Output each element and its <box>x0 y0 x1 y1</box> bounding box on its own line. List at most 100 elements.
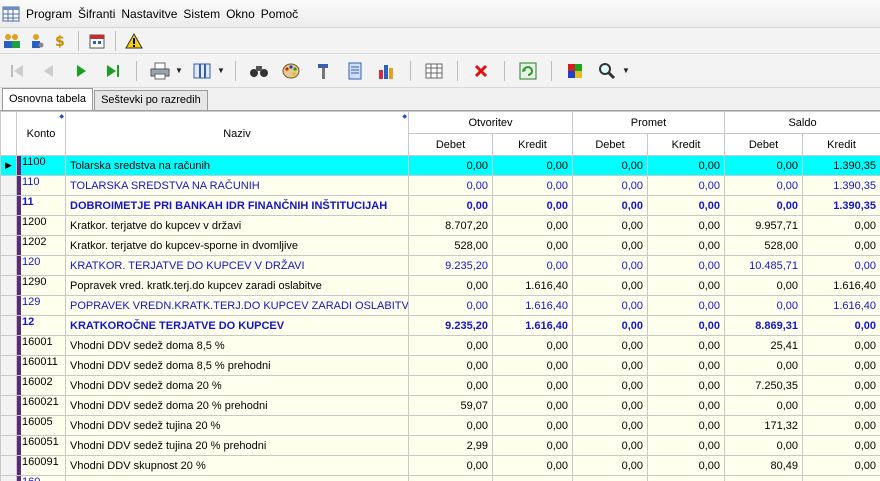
cell-saldo-kredit[interactable]: 0,00 <box>802 335 880 356</box>
cell-saldo-debet[interactable]: 0,00 <box>724 175 804 196</box>
cell-saldo-debet[interactable]: 8.869,31 <box>724 315 804 336</box>
cell-otvoritev-kredit[interactable]: 0,00 <box>491 475 574 481</box>
header-saldo-debet[interactable]: Debet <box>724 133 804 156</box>
cell-promet-kredit[interactable]: 0,00 <box>647 295 726 316</box>
cell-saldo-kredit[interactable]: 0,00 <box>802 235 880 256</box>
cell-otvoritev-debet[interactable]: 8.707,20 <box>408 215 493 236</box>
row-indicator[interactable] <box>0 375 17 396</box>
cell-konto[interactable]: 129 <box>16 295 66 316</box>
row-indicator[interactable] <box>0 455 17 476</box>
table-row[interactable]: 129 POPRAVEK VREDN.KRATK.TERJ.DO KUPCEV Z… <box>0 295 880 316</box>
menu-okno[interactable]: Okno <box>223 6 258 22</box>
cell-otvoritev-kredit[interactable]: 0,00 <box>491 255 574 276</box>
row-indicator[interactable] <box>0 415 17 436</box>
cell-konto[interactable]: 160 <box>16 475 66 481</box>
cell-otvoritev-kredit[interactable]: 0,00 <box>491 335 574 356</box>
menu-sifranti[interactable]: Šifranti <box>75 6 118 22</box>
cell-promet-kredit[interactable]: 0,00 <box>647 215 726 236</box>
cell-konto[interactable]: 1100 <box>16 155 66 176</box>
cell-saldo-debet[interactable]: 0,00 <box>724 355 804 376</box>
cell-naziv[interactable]: Vhodni DDV sedež tujina 20 % prehodni <box>65 435 409 456</box>
cell-promet-debet[interactable]: 0,00 <box>572 435 649 456</box>
row-indicator[interactable] <box>0 335 17 356</box>
zoom-dropdown-icon[interactable]: ▼ <box>622 66 630 75</box>
table-row[interactable]: ▶ 1100 Tolarska sredstva na računih 0,00 0,0… <box>0 155 880 176</box>
zoom-icon[interactable] <box>594 58 620 84</box>
cell-otvoritev-debet[interactable]: 0,00 <box>408 415 493 436</box>
row-indicator[interactable] <box>0 475 17 481</box>
cell-saldo-debet[interactable]: 0,00 <box>724 295 804 316</box>
cell-naziv[interactable]: Vhodni DDV skupnost 20 % <box>65 455 409 476</box>
currency-icon[interactable]: $ <box>50 31 70 51</box>
cell-konto[interactable]: 110 <box>16 175 66 196</box>
header-otvoritev-kredit[interactable]: Kredit <box>491 133 574 156</box>
tab-sestevki-po-razredih[interactable]: Seštevki po razredih <box>94 90 208 110</box>
cell-promet-kredit[interactable]: 0,00 <box>647 455 726 476</box>
cell-otvoritev-debet[interactable]: 0,00 <box>408 375 493 396</box>
table-row[interactable]: 160051 Vhodni DDV sedež tujina 20 % preho… <box>0 435 880 456</box>
cell-naziv[interactable]: Tolarska sredstva na računih <box>65 155 409 176</box>
cell-otvoritev-kredit[interactable]: 0,00 <box>491 355 574 376</box>
cell-promet-debet[interactable]: 0,00 <box>572 355 649 376</box>
table-row[interactable]: 16001 Vhodni DDV sedež doma 8,5 % 0,00 0,00… <box>0 335 880 356</box>
cell-saldo-kredit[interactable]: 1.616,40 <box>802 275 880 296</box>
table-row[interactable]: 110 TOLARSKA SREDSTVA NA RAČUNIH 0,00 0,00 0… <box>0 175 880 196</box>
row-indicator[interactable]: ▶ <box>0 155 17 176</box>
row-indicator[interactable] <box>0 275 17 296</box>
cell-promet-debet[interactable]: 0,00 <box>572 415 649 436</box>
row-indicator[interactable] <box>0 255 17 276</box>
table-row[interactable]: 1290 Popravek vred. kratk.terj.do kupcev … <box>0 275 880 296</box>
row-indicator[interactable] <box>0 195 17 216</box>
tools-icon[interactable] <box>310 58 336 84</box>
calendar-icon[interactable] <box>87 31 107 51</box>
cell-saldo-kredit[interactable]: 0,00 <box>802 455 880 476</box>
cell-promet-debet[interactable]: 0,00 <box>572 395 649 416</box>
cell-naziv[interactable]: KRATKOROČNE TERJATVE DO KUPCEV <box>65 315 409 336</box>
columns-icon[interactable] <box>189 58 215 84</box>
cell-saldo-kredit[interactable]: 0,00 <box>802 475 880 481</box>
cell-otvoritev-debet[interactable]: 0,00 <box>408 355 493 376</box>
cell-saldo-kredit[interactable]: 0,00 <box>802 255 880 276</box>
people-icon[interactable] <box>2 31 22 51</box>
table-row[interactable]: 160011 Vhodni DDV sedež doma 8,5 % prehod… <box>0 355 880 376</box>
cell-promet-debet[interactable]: 0,00 <box>572 295 649 316</box>
cell-saldo-debet[interactable]: 0,00 <box>724 195 804 216</box>
cell-promet-debet[interactable]: 0,00 <box>572 195 649 216</box>
cell-promet-kredit[interactable]: 0,00 <box>647 235 726 256</box>
cell-saldo-debet[interactable]: 25,41 <box>724 335 804 356</box>
cell-otvoritev-debet[interactable]: 9.235,20 <box>408 255 493 276</box>
cell-promet-debet[interactable]: 0,00 <box>572 335 649 356</box>
document-icon[interactable] <box>342 58 368 84</box>
cell-naziv[interactable]: DOBROIMETJE PRI BANKAH IDR FINANČNIH INŠ… <box>65 195 409 216</box>
cell-saldo-kredit[interactable]: 1.390,35 <box>802 195 880 216</box>
table-row[interactable]: 160091 Vhodni DDV skupnost 20 % 0,00 0,00 0,… <box>0 455 880 476</box>
cell-saldo-debet[interactable]: 80,49 <box>724 455 804 476</box>
cell-otvoritev-debet[interactable]: 62,06 <box>408 475 493 481</box>
table-row[interactable]: 12 KRATKOROČNE TERJATVE DO KUPCEV 9.235,20… <box>0 315 880 336</box>
cell-naziv[interactable]: Kratkor. terjatve do kupcev-sporne in dv… <box>65 235 409 256</box>
cell-naziv[interactable]: Popravek vred. kratk.terj.do kupcev zara… <box>65 275 409 296</box>
cell-promet-debet[interactable]: 0,00 <box>572 235 649 256</box>
cell-naziv[interactable]: Vhodni DDV sedež doma 8,5 % <box>65 335 409 356</box>
table-row[interactable]: 1200 Kratkor. terjatve do kupcev v državi… <box>0 215 880 236</box>
cell-otvoritev-debet[interactable]: 0,00 <box>408 175 493 196</box>
menu-pomoc[interactable]: Pomoč <box>258 6 301 22</box>
cell-konto[interactable]: 120 <box>16 255 66 276</box>
cell-promet-kredit[interactable]: 0,00 <box>647 475 726 481</box>
cell-promet-debet[interactable]: 0,00 <box>572 155 649 176</box>
cell-saldo-debet[interactable]: 7.527,57 <box>724 475 804 481</box>
table-row[interactable]: 16002 Vhodni DDV sedež doma 20 % 0,00 0,00 0… <box>0 375 880 396</box>
tab-osnovna-tabela[interactable]: Osnovna tabela <box>2 88 94 110</box>
cell-otvoritev-debet[interactable]: 0,00 <box>408 155 493 176</box>
person-gear-icon[interactable] <box>26 31 46 51</box>
cell-saldo-kredit[interactable]: 1.390,35 <box>802 175 880 196</box>
cell-promet-kredit[interactable]: 0,00 <box>647 255 726 276</box>
cell-saldo-kredit[interactable]: 1.390,35 <box>802 155 880 176</box>
cell-naziv[interactable]: KRATKOR. TERJATVE DO KUPCEV V DRŽAVI <box>65 255 409 276</box>
cell-saldo-debet[interactable]: 171,32 <box>724 415 804 436</box>
cell-saldo-kredit[interactable]: 0,00 <box>802 315 880 336</box>
first-record-icon[interactable] <box>4 58 30 84</box>
cell-otvoritev-debet[interactable]: 528,00 <box>408 235 493 256</box>
cell-naziv[interactable]: Vhodni DDV sedež doma 8,5 % prehodni <box>65 355 409 376</box>
cell-promet-kredit[interactable]: 0,00 <box>647 335 726 356</box>
